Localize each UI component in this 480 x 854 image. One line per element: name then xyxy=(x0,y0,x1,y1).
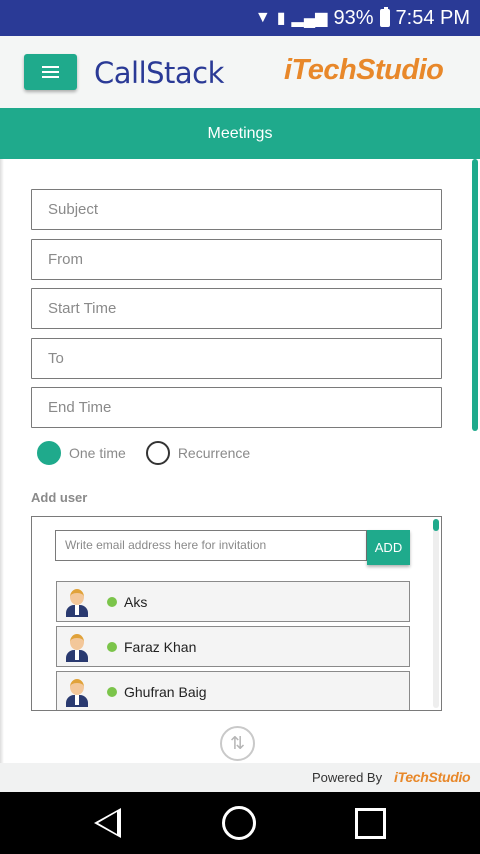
online-status-dot xyxy=(107,596,117,607)
battery-percent: 93% xyxy=(333,6,374,29)
meeting-form: Subject From Start Time To End Time One … xyxy=(0,159,480,763)
powered-by-label: Powered By xyxy=(312,770,383,785)
footer-logo: iTechStudio xyxy=(394,769,471,785)
home-icon[interactable] xyxy=(222,806,256,840)
add-user-label: Add user xyxy=(31,490,88,505)
to-field[interactable]: To xyxy=(31,338,442,379)
end-time-field[interactable]: End Time xyxy=(31,387,442,428)
edge-shadow xyxy=(0,159,4,763)
recurrence-label[interactable]: Recurrence xyxy=(178,445,250,461)
avatar xyxy=(63,632,91,662)
avatar xyxy=(63,587,91,617)
user-name: Aks xyxy=(124,593,148,610)
invite-email-input[interactable]: Write email address here for invitation xyxy=(55,530,367,561)
recurrence-radio[interactable] xyxy=(145,441,170,465)
app-header: CallStack iTechStudio xyxy=(0,36,480,108)
battery-icon xyxy=(379,7,390,27)
swap-arrows-icon[interactable]: ⇅ xyxy=(220,726,255,761)
page-title: Meetings xyxy=(0,108,480,159)
frequency-radio-group: One time Recurrence xyxy=(37,440,250,466)
status-bar: ▼ ▮ ▂▄▆ 93% 7:54 PM xyxy=(0,0,480,36)
sd-card-icon: ▮ xyxy=(276,10,286,27)
status-icons: ▼ ▮ ▂▄▆ 93% 7:54 PM xyxy=(255,0,470,36)
scroll-thumb[interactable] xyxy=(433,519,439,531)
back-icon[interactable] xyxy=(94,808,121,838)
avatar xyxy=(63,677,91,707)
signal-icon: ▂▄▆ xyxy=(291,10,328,27)
start-time-field[interactable]: Start Time xyxy=(31,288,442,329)
online-status-dot xyxy=(107,641,117,652)
footer: Powered By iTechStudio xyxy=(0,763,480,792)
callstack-logo: CallStack xyxy=(94,56,224,90)
subject-field[interactable]: Subject xyxy=(31,189,442,230)
itechstudio-logo: iTechStudio xyxy=(284,54,444,86)
user-list-scrollbar[interactable] xyxy=(433,519,439,708)
system-nav-bar xyxy=(0,792,480,854)
one-time-radio[interactable] xyxy=(37,441,61,465)
user-row[interactable]: Faraz Khan xyxy=(56,626,410,667)
user-name: Faraz Khan xyxy=(124,638,197,655)
wifi-icon: ▼ xyxy=(254,9,271,26)
menu-button[interactable] xyxy=(24,54,77,90)
one-time-label[interactable]: One time xyxy=(69,445,126,461)
from-field[interactable]: From xyxy=(31,239,442,280)
user-name: Ghufran Baig xyxy=(124,683,207,700)
user-row[interactable]: Ghufran Baig xyxy=(56,671,410,710)
hamburger-icon xyxy=(42,66,59,78)
recent-apps-icon[interactable] xyxy=(355,808,386,839)
online-status-dot xyxy=(107,686,117,697)
user-row[interactable]: Aks xyxy=(56,581,410,622)
main-scrollbar[interactable] xyxy=(472,159,478,431)
user-list-panel: Write email address here for invitation … xyxy=(31,516,442,711)
clock: 7:54 PM xyxy=(395,6,470,29)
add-user-button[interactable]: ADD xyxy=(367,530,410,565)
